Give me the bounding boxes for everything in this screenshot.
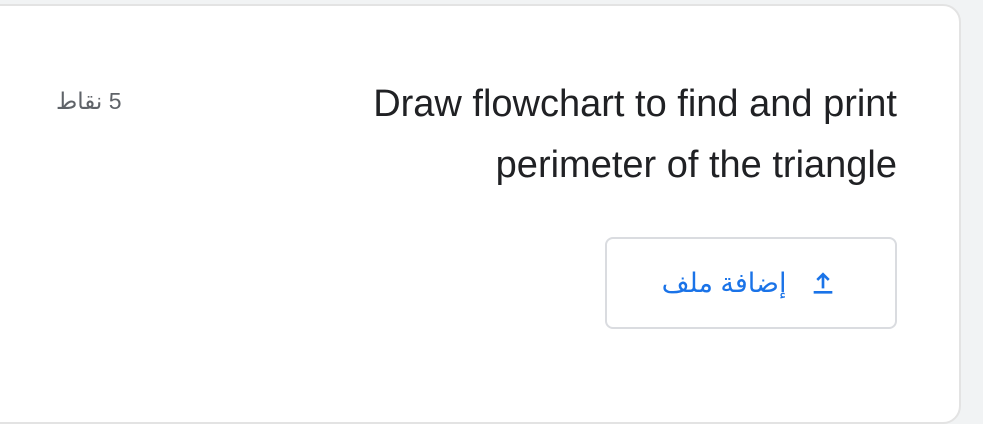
add-file-button[interactable]: إضافة ملف [605, 237, 897, 329]
question-card [0, 4, 961, 424]
upload-icon [806, 266, 840, 300]
add-file-label: إضافة ملف [661, 267, 787, 298]
question-title: Draw flowchart to find and print perimet… [373, 83, 897, 186]
points-label: 5 نقاط [56, 88, 122, 114]
